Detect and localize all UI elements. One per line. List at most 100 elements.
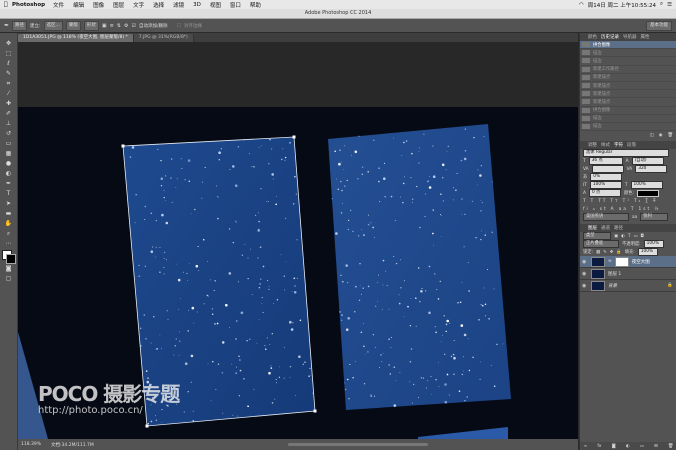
- color-swatches[interactable]: [2, 250, 16, 264]
- filter-adjust-icon[interactable]: ◐: [621, 234, 625, 239]
- horizontal-scrollbar[interactable]: [288, 443, 428, 446]
- kerning-field[interactable]: [591, 165, 624, 174]
- dodge-tool-icon[interactable]: ◐: [4, 169, 13, 178]
- menu-view[interactable]: 视图: [210, 1, 221, 9]
- visibility-eye-icon[interactable]: ◉: [582, 259, 588, 265]
- tab-history[interactable]: 历史记录: [601, 34, 619, 40]
- layer-mask-thumbnail[interactable]: [614, 256, 629, 267]
- lock-pixels-icon[interactable]: ▦: [596, 250, 600, 255]
- list-icon[interactable]: ☰: [667, 2, 672, 8]
- tab-styles[interactable]: 样式: [601, 142, 610, 148]
- titling-icon[interactable]: aa: [619, 207, 628, 212]
- blur-tool-icon[interactable]: ●: [4, 159, 13, 168]
- menu-edit[interactable]: 编辑: [73, 1, 84, 9]
- move-tool-icon[interactable]: ✥: [4, 39, 13, 48]
- trash-icon[interactable]: 🗑: [668, 133, 673, 138]
- path-align-icon[interactable]: ≡: [110, 23, 114, 29]
- ordinal-icon[interactable]: T: [631, 207, 636, 212]
- mask-button[interactable]: 蒙版: [65, 20, 81, 31]
- tab-paragraph[interactable]: 段落: [627, 142, 636, 148]
- healing-tool-icon[interactable]: ✚: [4, 99, 13, 108]
- camera-icon[interactable]: ◉: [659, 133, 663, 138]
- font-family-select[interactable]: 黑体 Regular: [583, 149, 669, 158]
- ornament-icon[interactable]: ℴ: [593, 207, 597, 212]
- menu-file[interactable]: 文件: [53, 1, 64, 9]
- gradient-tool-icon[interactable]: ▦: [4, 149, 13, 158]
- history-item[interactable]: 新建工作路径: [580, 66, 676, 74]
- history-item[interactable]: 描边: [580, 57, 676, 66]
- history-item[interactable]: 新建锚点: [580, 98, 676, 107]
- menu-type[interactable]: 文字: [133, 1, 144, 9]
- menu-3d[interactable]: 3D: [193, 2, 201, 8]
- app-menu[interactable]: Photoshop: [12, 2, 45, 8]
- doc-size[interactable]: 文档:34.2M/111.7M: [51, 442, 94, 448]
- path-arrange-icon[interactable]: ⇅: [117, 23, 121, 29]
- zoom-tool-icon[interactable]: ⌕: [4, 229, 13, 238]
- faux-italic-icon[interactable]: T: [591, 199, 596, 204]
- layer-kind-filter[interactable]: 类型: [583, 232, 611, 241]
- lock-all-icon[interactable]: 🔒: [616, 250, 621, 255]
- lock-move-icon[interactable]: ✥: [610, 250, 614, 255]
- swash-icon[interactable]: st: [600, 207, 608, 212]
- tab-character[interactable]: 字符: [614, 142, 623, 148]
- new-layer-icon[interactable]: ⊞: [654, 444, 658, 449]
- tab-paths[interactable]: 路径: [614, 225, 623, 231]
- tab-adjustments[interactable]: 调整: [588, 142, 597, 148]
- vertical-scale-field[interactable]: 100%: [589, 181, 622, 190]
- tracking-field[interactable]: 320: [635, 165, 668, 174]
- subscript-icon[interactable]: T₁: [634, 199, 642, 204]
- lock-brush-icon[interactable]: ✎: [603, 250, 607, 255]
- stamp-tool-icon[interactable]: ⊥: [4, 119, 13, 128]
- tsume-field[interactable]: 0%: [590, 173, 623, 182]
- menu-filter[interactable]: 滤镜: [173, 1, 184, 9]
- superscript-icon[interactable]: T¹: [623, 199, 631, 204]
- gear-icon[interactable]: ⚙: [124, 23, 128, 29]
- mode-select[interactable]: 路径: [12, 20, 28, 31]
- eraser-tool-icon[interactable]: ▭: [4, 139, 13, 148]
- history-brush-icon[interactable]: ↺: [4, 129, 13, 138]
- hand-tool-icon[interactable]: ✋: [4, 219, 13, 228]
- menu-image[interactable]: 图像: [93, 1, 104, 9]
- filter-type-icon[interactable]: T: [628, 234, 631, 239]
- lasso-tool-icon[interactable]: ℓ: [4, 59, 13, 68]
- history-item[interactable]: 描边: [580, 49, 676, 58]
- path-select-tool-icon[interactable]: ➤: [4, 199, 13, 208]
- auto-add-checkbox[interactable]: ☑: [131, 23, 135, 29]
- snapshot-icon[interactable]: ◫: [650, 133, 654, 138]
- tab-layers[interactable]: 图层: [588, 225, 597, 231]
- filter-smart-icon[interactable]: ◘: [641, 234, 644, 239]
- screen-mode-icon[interactable]: ▢: [4, 274, 13, 283]
- path-ops-icon[interactable]: ▣: [102, 23, 107, 29]
- tab-doc-1[interactable]: 1D1A3051.JPG @ 118% (夜空大图, 图层蒙版/8) *: [18, 34, 134, 42]
- underline-icon[interactable]: T̲: [645, 199, 650, 204]
- faux-bold-icon[interactable]: T: [583, 199, 588, 204]
- baseline-field[interactable]: 0 点: [588, 189, 621, 198]
- trash-icon[interactable]: 🗑: [668, 444, 673, 449]
- shape-button[interactable]: 形状: [83, 20, 99, 31]
- link-layers-icon[interactable]: ∞: [584, 444, 588, 449]
- search-icon[interactable]: ⌕: [660, 1, 663, 8]
- clock[interactable]: 周14日 周二 上午10:55:24: [588, 1, 656, 9]
- visibility-eye-icon[interactable]: ◉: [582, 271, 588, 277]
- menu-select[interactable]: 选择: [153, 1, 164, 9]
- half-icon[interactable]: ½: [654, 207, 660, 212]
- history-item[interactable]: 新建锚点: [580, 90, 676, 99]
- group-icon[interactable]: ▭: [640, 444, 644, 449]
- fx-icon[interactable]: fx: [597, 444, 601, 449]
- align-edges-checkbox[interactable]: ☐: [176, 23, 180, 29]
- marquee-tool-icon[interactable]: ⬚: [4, 49, 13, 58]
- pen-tool-icon[interactable]: ✒: [4, 179, 13, 188]
- eyedropper-tool-icon[interactable]: ⁄: [4, 89, 13, 98]
- selection-button[interactable]: 选区...: [43, 20, 63, 31]
- menu-window[interactable]: 窗口: [230, 1, 241, 9]
- history-item[interactable]: 新建锚点: [580, 82, 676, 91]
- brush-tool-icon[interactable]: ✐: [4, 109, 13, 118]
- adjustment-layer-icon[interactable]: ◐: [626, 444, 630, 449]
- tab-properties[interactable]: 属性: [641, 34, 650, 40]
- wifi-icon[interactable]: ◠: [579, 2, 584, 8]
- leading-field[interactable]: (自动): [631, 157, 664, 166]
- history-item[interactable]: 拼合图像: [580, 107, 676, 115]
- apple-icon[interactable]: : [4, 1, 12, 8]
- menu-layer[interactable]: 图层: [113, 1, 124, 9]
- tab-channels[interactable]: 通道: [601, 225, 610, 231]
